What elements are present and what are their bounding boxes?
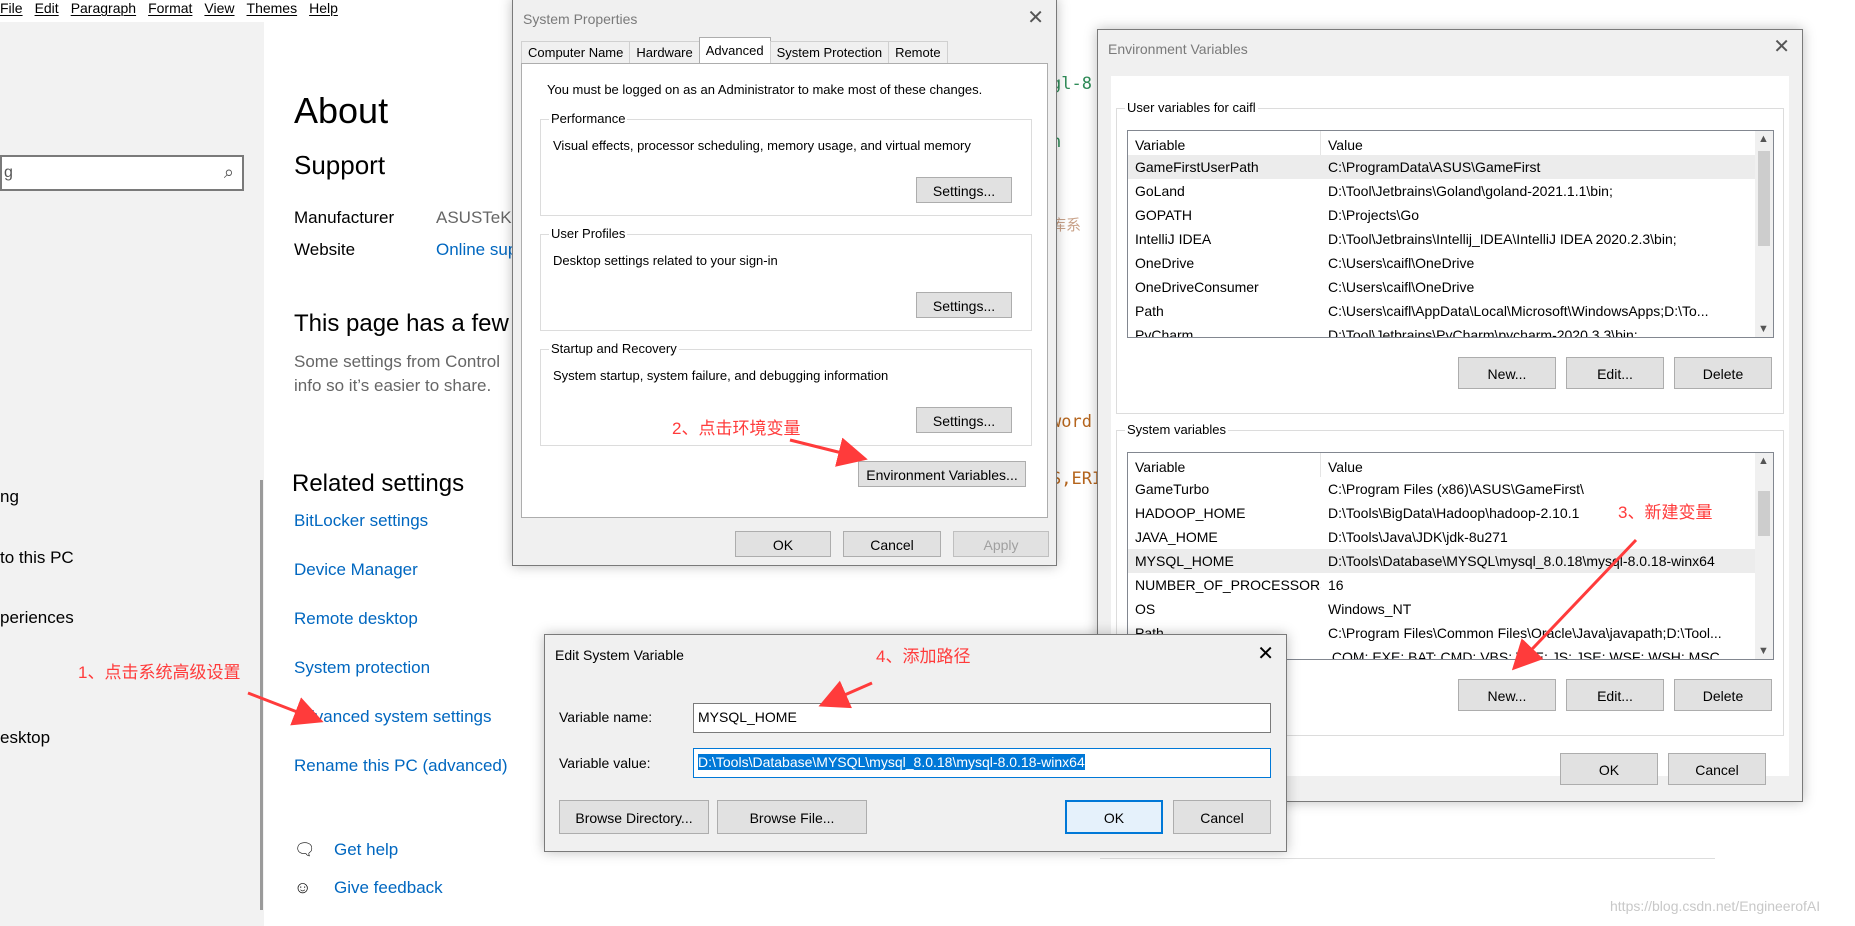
arrow-step4 — [818, 680, 873, 709]
arrow-step2 — [789, 437, 868, 467]
arrow-step3 — [1511, 538, 1638, 671]
arrow-step1 — [247, 691, 324, 726]
annotation-arrows — [247, 437, 1638, 726]
